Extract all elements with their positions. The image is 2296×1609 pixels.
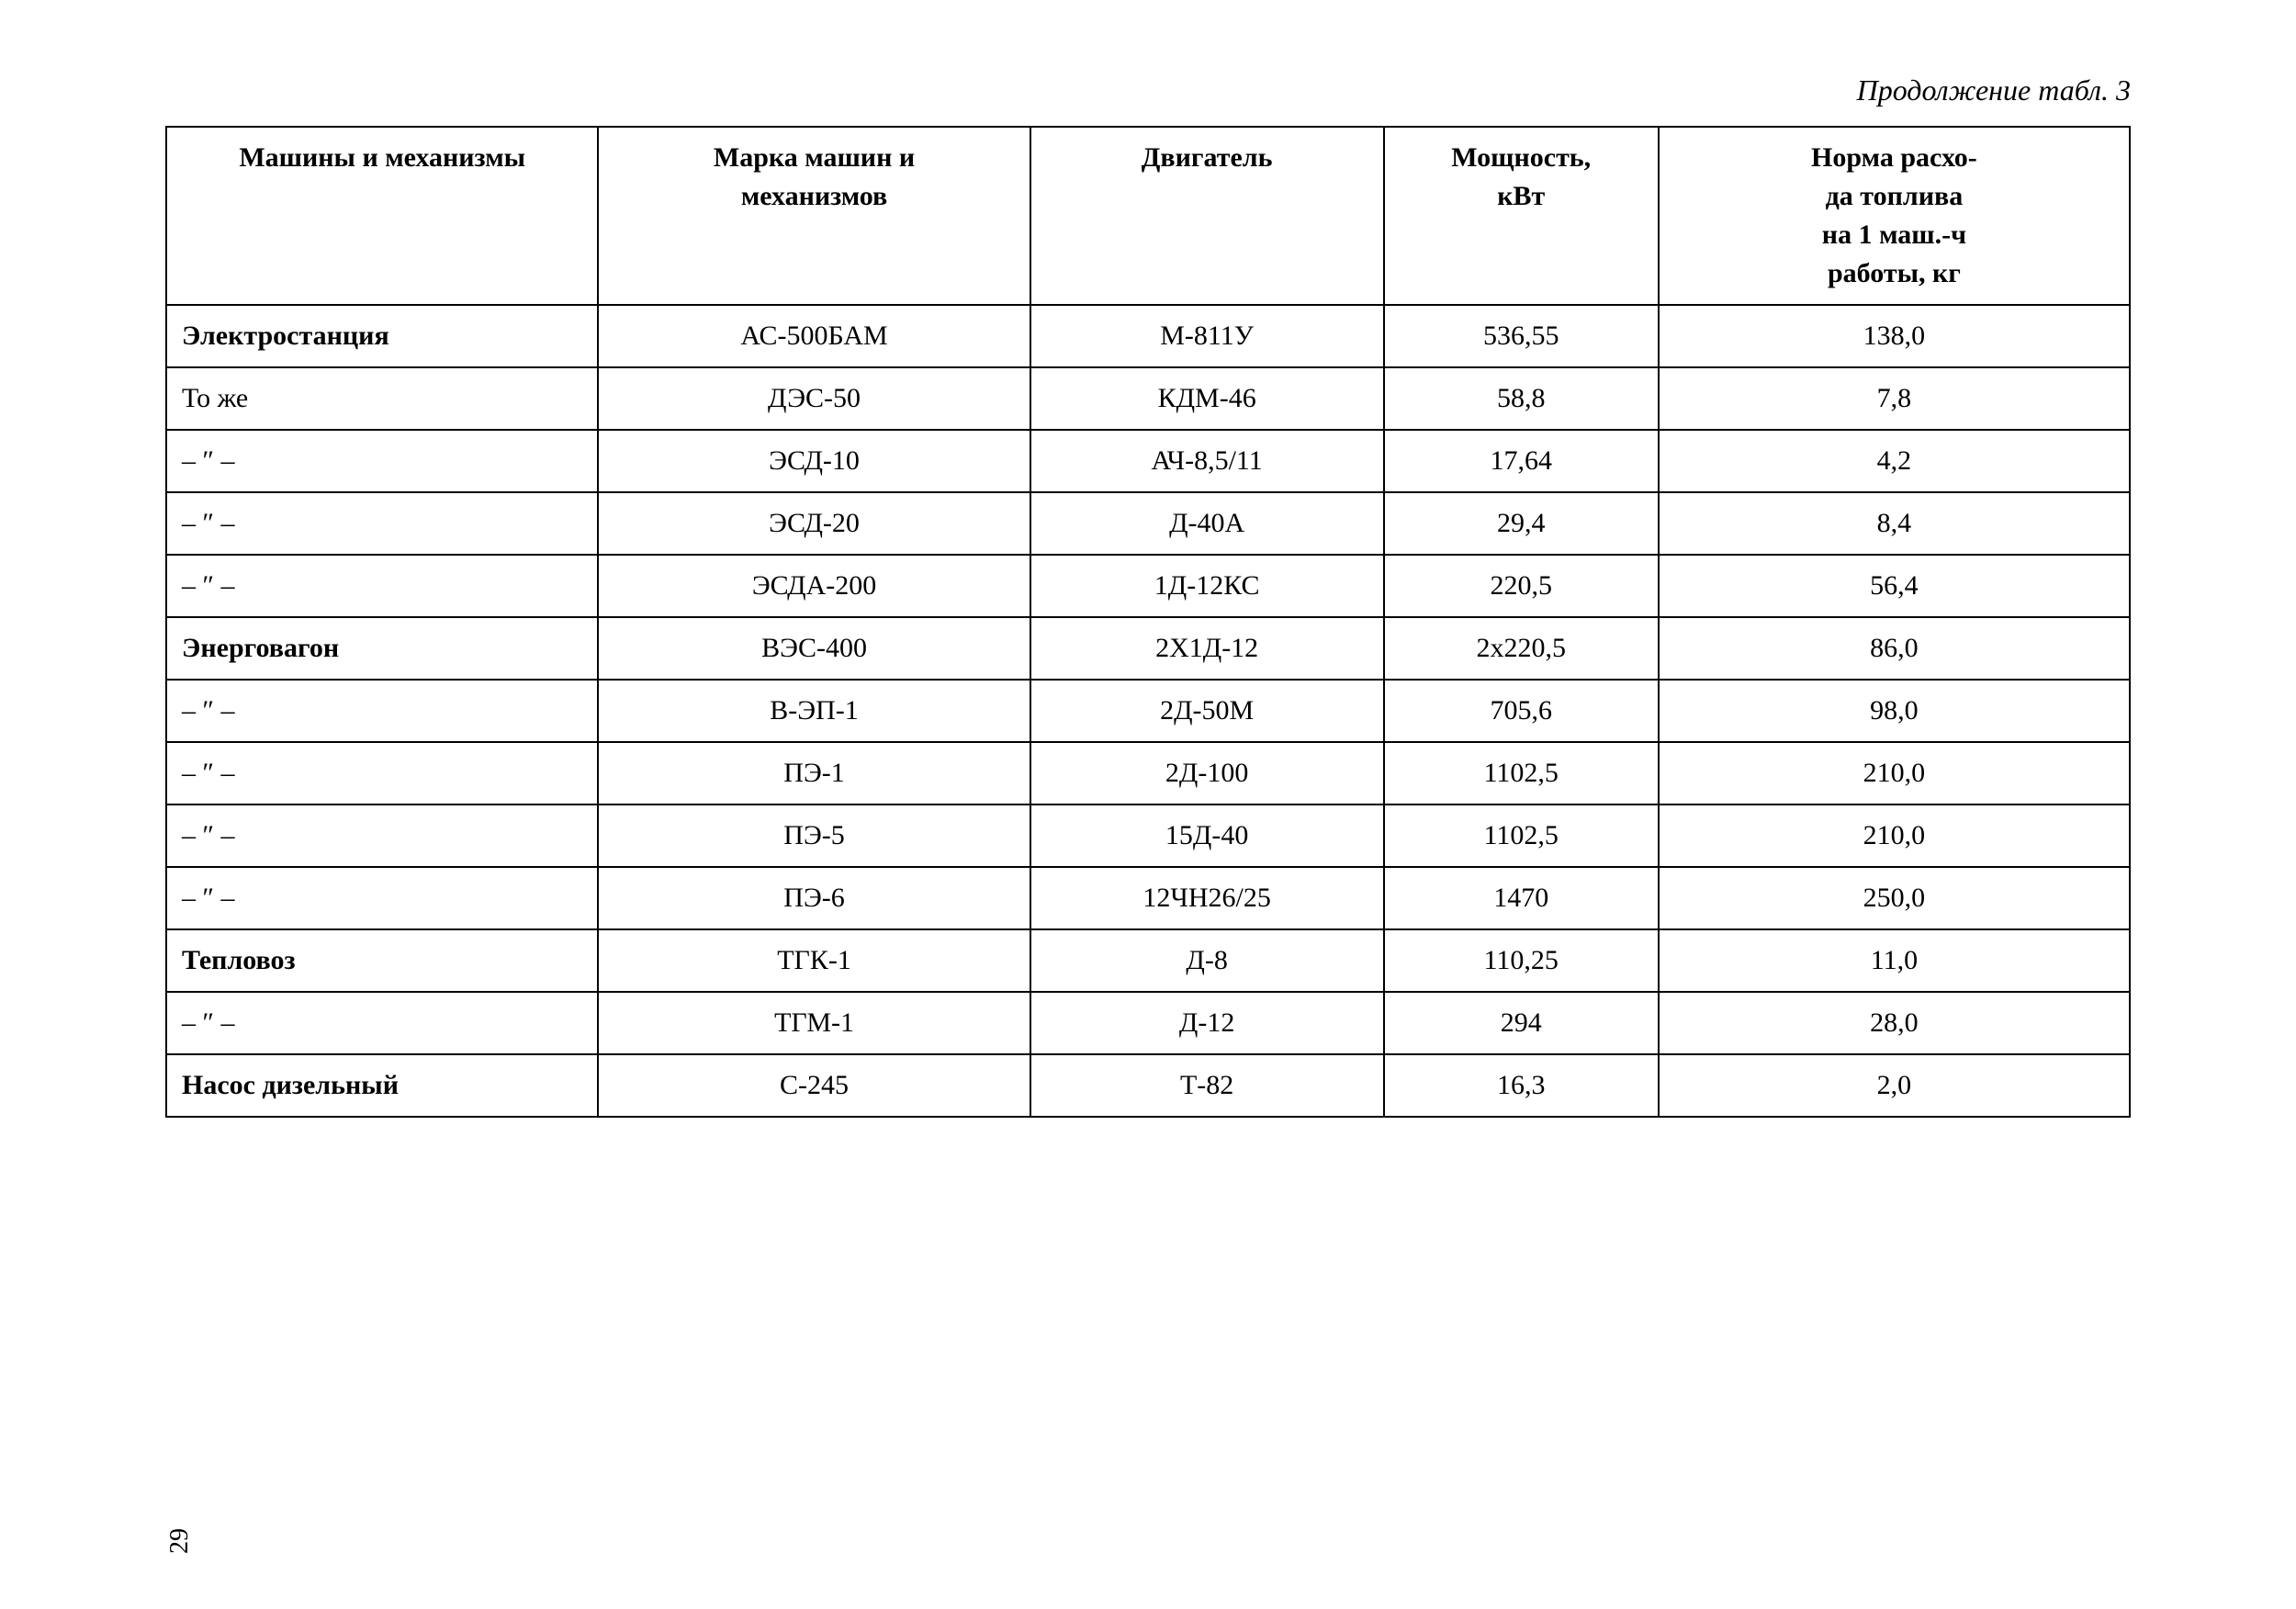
cell-engine: 1Д-12КС — [1030, 555, 1384, 617]
cell-norm: 56,4 — [1659, 555, 2130, 617]
header-norm: Норма расхо-да топливана 1 маш.-чработы,… — [1659, 127, 2130, 305]
cell-machines: – ″ – — [166, 555, 598, 617]
cell-engine: М-811У — [1030, 305, 1384, 367]
cell-brand: В-ЭП-1 — [598, 680, 1030, 742]
table-row: Энерговагон ВЭС-400 2Х1Д-12 2х220,5 86,0 — [166, 617, 2130, 680]
cell-norm: 8,4 — [1659, 492, 2130, 555]
cell-norm: 7,8 — [1659, 367, 2130, 430]
cell-engine: 12ЧН26/25 — [1030, 867, 1384, 929]
table-body: Электростанция АС-500БАМ М-811У 536,55 1… — [166, 305, 2130, 1117]
header-engine: Двигатель — [1030, 127, 1384, 305]
cell-machines: Насос дизельный — [166, 1054, 598, 1117]
header-power: Мощность,кВт — [1384, 127, 1659, 305]
cell-machines: Энерговагон — [166, 617, 598, 680]
cell-brand: ТГК-1 — [598, 929, 1030, 992]
cell-machines: – ″ – — [166, 867, 598, 929]
cell-engine: 2Д-50М — [1030, 680, 1384, 742]
table-row: – ″ – ПЭ-5 15Д-40 1102,5 210,0 — [166, 804, 2130, 867]
page-number: 29 — [165, 1528, 195, 1554]
cell-norm: 28,0 — [1659, 992, 2130, 1054]
cell-power: 1470 — [1384, 867, 1659, 929]
cell-power: 17,64 — [1384, 430, 1659, 492]
cell-brand: ПЭ-1 — [598, 742, 1030, 804]
table-row: – ″ – ПЭ-6 12ЧН26/25 1470 250,0 — [166, 867, 2130, 929]
main-table: Машины и механизмы Марка машин имеханизм… — [165, 126, 2131, 1118]
cell-brand: ЭСД-10 — [598, 430, 1030, 492]
cell-power: 110,25 — [1384, 929, 1659, 992]
cell-engine: Д-12 — [1030, 992, 1384, 1054]
cell-engine: 2Х1Д-12 — [1030, 617, 1384, 680]
cell-norm: 2,0 — [1659, 1054, 2130, 1117]
cell-machines: – ″ – — [166, 992, 598, 1054]
cell-machines: – ″ – — [166, 804, 598, 867]
cell-norm: 11,0 — [1659, 929, 2130, 992]
cell-brand: ПЭ-6 — [598, 867, 1030, 929]
cell-engine: Т-82 — [1030, 1054, 1384, 1117]
cell-engine: Д-8 — [1030, 929, 1384, 992]
continuation-label: Продолжение табл. 3 — [165, 73, 2131, 107]
table-row: Тепловоз ТГК-1 Д-8 110,25 11,0 — [166, 929, 2130, 992]
cell-engine: 2Д-100 — [1030, 742, 1384, 804]
cell-norm: 4,2 — [1659, 430, 2130, 492]
cell-power: 2х220,5 — [1384, 617, 1659, 680]
cell-machines: То же — [166, 367, 598, 430]
cell-power: 1102,5 — [1384, 804, 1659, 867]
page-container: Продолжение табл. 3 Машины и механизмы М… — [0, 0, 2296, 1609]
table-row: – ″ – В-ЭП-1 2Д-50М 705,6 98,0 — [166, 680, 2130, 742]
cell-norm: 98,0 — [1659, 680, 2130, 742]
table-row: – ″ – ЭСДА-200 1Д-12КС 220,5 56,4 — [166, 555, 2130, 617]
table-row: Электростанция АС-500БАМ М-811У 536,55 1… — [166, 305, 2130, 367]
table-row: То же ДЭС-50 КДМ-46 58,8 7,8 — [166, 367, 2130, 430]
cell-power: 58,8 — [1384, 367, 1659, 430]
cell-engine: КДМ-46 — [1030, 367, 1384, 430]
cell-norm: 210,0 — [1659, 742, 2130, 804]
table-row: – ″ – ТГМ-1 Д-12 294 28,0 — [166, 992, 2130, 1054]
cell-brand: ЭСД-20 — [598, 492, 1030, 555]
cell-brand: АС-500БАМ — [598, 305, 1030, 367]
cell-norm: 138,0 — [1659, 305, 2130, 367]
cell-machines: Электростанция — [166, 305, 598, 367]
cell-brand: С-245 — [598, 1054, 1030, 1117]
header-brand: Марка машин имеханизмов — [598, 127, 1030, 305]
cell-machines: Тепловоз — [166, 929, 598, 992]
table-row: – ″ – ЭСД-10 АЧ-8,5/11 17,64 4,2 — [166, 430, 2130, 492]
cell-power: 1102,5 — [1384, 742, 1659, 804]
cell-machines: – ″ – — [166, 680, 598, 742]
header-machines: Машины и механизмы — [166, 127, 598, 305]
cell-norm: 86,0 — [1659, 617, 2130, 680]
table-row: Насос дизельный С-245 Т-82 16,3 2,0 — [166, 1054, 2130, 1117]
cell-power: 16,3 — [1384, 1054, 1659, 1117]
table-header-row: Машины и механизмы Марка машин имеханизм… — [166, 127, 2130, 305]
cell-norm: 250,0 — [1659, 867, 2130, 929]
cell-power: 705,6 — [1384, 680, 1659, 742]
table-row: – ″ – ЭСД-20 Д-40А 29,4 8,4 — [166, 492, 2130, 555]
cell-machines: – ″ – — [166, 742, 598, 804]
cell-brand: ПЭ-5 — [598, 804, 1030, 867]
cell-machines: – ″ – — [166, 492, 598, 555]
cell-engine: Д-40А — [1030, 492, 1384, 555]
cell-brand: ДЭС-50 — [598, 367, 1030, 430]
cell-engine: АЧ-8,5/11 — [1030, 430, 1384, 492]
cell-power: 220,5 — [1384, 555, 1659, 617]
cell-power: 29,4 — [1384, 492, 1659, 555]
cell-brand: ВЭС-400 — [598, 617, 1030, 680]
cell-brand: ТГМ-1 — [598, 992, 1030, 1054]
table-row: – ″ – ПЭ-1 2Д-100 1102,5 210,0 — [166, 742, 2130, 804]
cell-power: 536,55 — [1384, 305, 1659, 367]
cell-norm: 210,0 — [1659, 804, 2130, 867]
cell-brand: ЭСДА-200 — [598, 555, 1030, 617]
cell-engine: 15Д-40 — [1030, 804, 1384, 867]
cell-power: 294 — [1384, 992, 1659, 1054]
cell-machines: – ″ – — [166, 430, 598, 492]
